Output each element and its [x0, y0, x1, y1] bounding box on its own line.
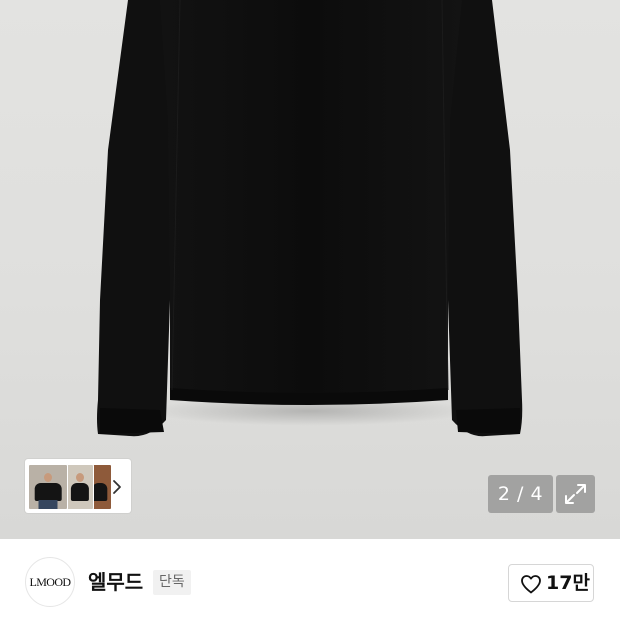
- thumbnail-figure-body: [34, 483, 62, 501]
- expand-button[interactable]: [556, 475, 595, 513]
- like-button[interactable]: 17만: [508, 564, 594, 602]
- thumbnail-2[interactable]: [66, 464, 94, 510]
- image-pager: 2 / 4: [488, 475, 553, 513]
- brand-name[interactable]: 엘무드: [88, 567, 143, 597]
- expand-icon: [565, 484, 586, 504]
- thumbnail-figure-head: [44, 473, 52, 482]
- product-image-gallery[interactable]: 2 / 4: [0, 0, 620, 539]
- thumbnail-figure-legs: [38, 500, 58, 509]
- thumbnail-figure-head: [76, 473, 84, 482]
- thumbnail-figure-body: [70, 483, 90, 501]
- chevron-right-icon[interactable]: [110, 478, 124, 496]
- thumbnail-1[interactable]: [28, 464, 68, 510]
- like-count: 17만: [546, 572, 590, 594]
- heart-outline-icon: [521, 575, 541, 594]
- brand-logo[interactable]: LMOOD: [25, 557, 75, 607]
- exclusive-badge: 단독: [153, 570, 191, 595]
- thumbnail-figure-body: [92, 483, 108, 501]
